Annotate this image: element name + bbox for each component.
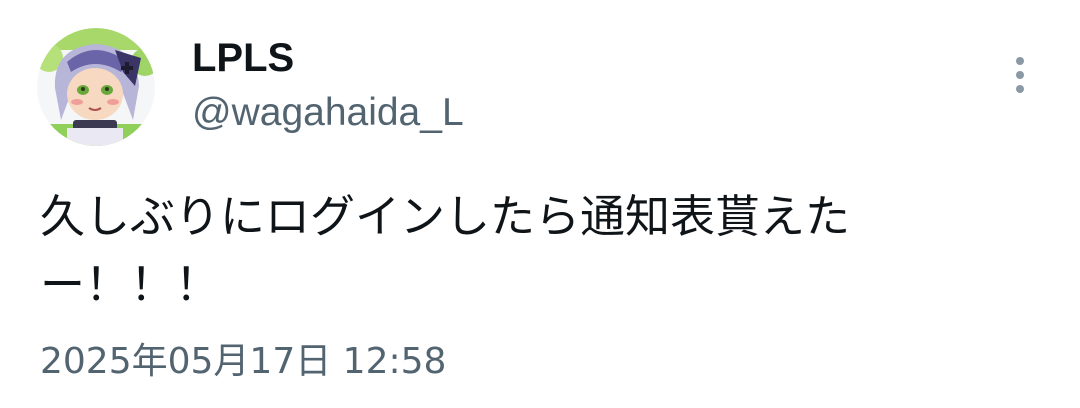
more-vertical-icon-dot — [1016, 85, 1024, 93]
avatar-illustration-icon — [37, 28, 155, 146]
tweet-text-line: ー！！！ — [40, 258, 221, 311]
avatar[interactable] — [37, 28, 155, 146]
user-handle[interactable]: @wagahaida_L — [192, 89, 464, 137]
tweet-text-line: 久しぶりにログインしたら通知表貰えた — [40, 190, 851, 243]
display-name[interactable]: LPLS — [192, 34, 294, 82]
tweet-card: LPLS @wagahaida_L 久しぶりにログインしたら通知表貰えた ー！！… — [0, 0, 1080, 408]
more-vertical-icon-dot — [1016, 71, 1024, 79]
more-vertical-icon — [1016, 57, 1024, 65]
tweet-timestamp[interactable]: 2025年05月17日 12:58 — [40, 338, 446, 386]
more-options-button[interactable] — [1002, 53, 1038, 97]
tweet-text: 久しぶりにログインしたら通知表貰えた ー！！！ — [40, 183, 1000, 319]
